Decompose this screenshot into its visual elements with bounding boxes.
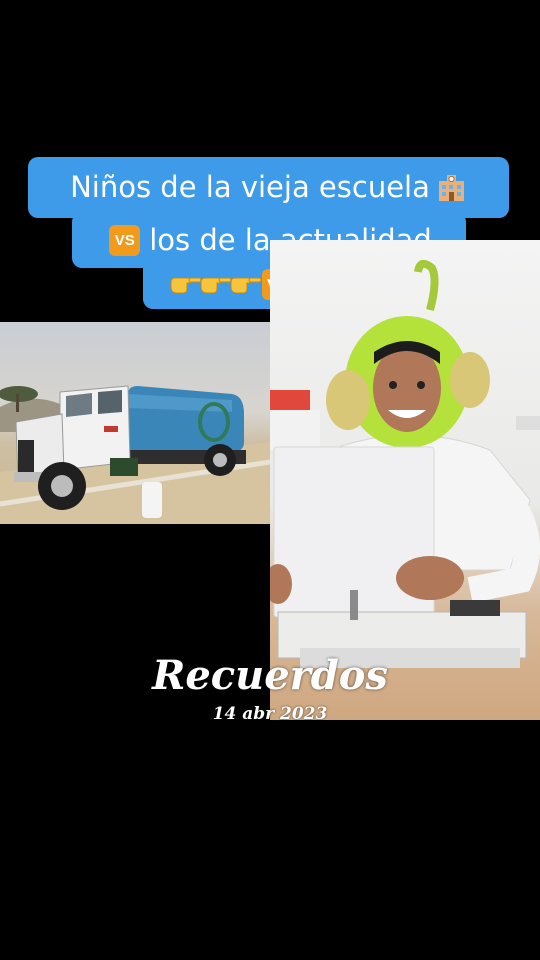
caption-text-1: Niños de la vieja escuela [70, 170, 430, 204]
costume-printer-photo [270, 240, 540, 720]
pointing-hand-icon [169, 271, 203, 297]
memories-title: Recuerdos [152, 652, 388, 699]
memories-date: 14 abr 2023 [212, 704, 328, 724]
caption-line-1: Niños de la vieja escuela [28, 157, 509, 218]
water-truck-photo [0, 322, 270, 524]
pointing-hand-icon [199, 271, 233, 297]
vs-badge: VS [109, 224, 141, 256]
pointing-hand-icon [229, 271, 263, 297]
school-building-icon [436, 173, 467, 203]
